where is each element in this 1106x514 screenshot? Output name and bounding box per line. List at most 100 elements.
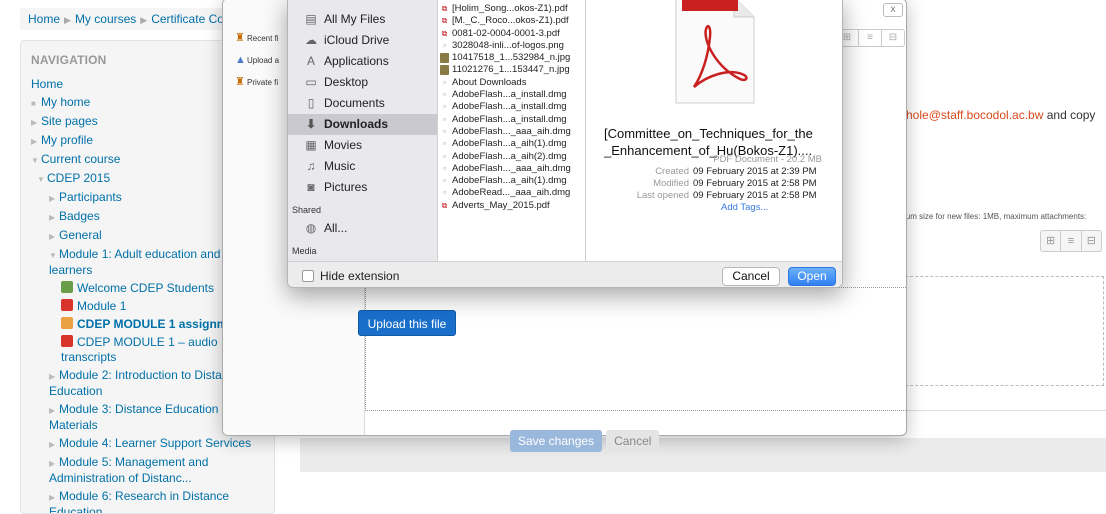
- sidebar-item-documents[interactable]: ▯ Documents: [288, 93, 437, 114]
- file-row[interactable]: ▫ AdobeFlash...a_aih(1).dmg: [438, 175, 585, 187]
- add-tags-link[interactable]: Add Tags...: [693, 202, 843, 214]
- file-row[interactable]: ▫ AdobeFlash...a_install.dmg: [438, 101, 585, 113]
- sidebar-item-shared-all[interactable]: ◍ All...: [288, 218, 437, 239]
- file-name: 10417518_1...532984_n.jpg: [452, 52, 571, 64]
- file-name: [Holim_Song...okos-Z1).pdf: [452, 3, 568, 14]
- file-row[interactable]: ▫ AdobeFlash..._aaa_aih.dmg: [438, 163, 585, 175]
- file-icon: ▫: [443, 188, 446, 198]
- nav-site-pages-label: Site pages: [41, 114, 98, 128]
- pdf-document-icon: [675, 0, 755, 104]
- repo-private-label: Private fi: [247, 78, 279, 87]
- sidebar-item-label: Documents: [324, 96, 385, 110]
- nav-audio-transcripts[interactable]: CDEP MODULE 1 – audio transcripts: [31, 335, 231, 365]
- list-view-icon[interactable]: ≡: [859, 30, 882, 46]
- file-name: AdobeFlash..._aaa_aih.dmg: [452, 162, 571, 174]
- nav-welcome-label: Welcome CDEP Students: [77, 281, 214, 295]
- file-row[interactable]: 11021276_1...153447_n.jpg: [438, 64, 585, 76]
- file-row[interactable]: ⧉ 0081-02-0004-0001-3.pdf: [438, 28, 585, 40]
- file-row[interactable]: ▫ AdobeFlash...a_install.dmg: [438, 89, 585, 101]
- sidebar-item-music[interactable]: ♫ Music: [288, 156, 437, 177]
- file-limits-hint: ium size for new files: 1MB, maximum att…: [904, 212, 1087, 221]
- file-row[interactable]: ▫ AdobeRead..._aaa_aih.dmg: [438, 187, 585, 199]
- tree-view-icon[interactable]: ⊟: [882, 30, 904, 46]
- icon-view-icon[interactable]: ⊞: [1041, 231, 1062, 251]
- sidebar-item-label: Movies: [324, 138, 363, 152]
- upload-icon: ▲: [235, 54, 246, 66]
- nav-my-profile-label: My profile: [41, 133, 94, 147]
- checkbox-icon: [302, 270, 314, 282]
- open-button[interactable]: Open: [788, 267, 836, 286]
- sidebar-item-desktop[interactable]: ▭ Desktop: [288, 72, 437, 93]
- breadcrumb-my-courses[interactable]: My courses: [75, 12, 136, 26]
- save-changes-button[interactable]: Save changes: [510, 430, 603, 452]
- file-row[interactable]: ▫ AdobeFlash...a_aih(2).dmg: [438, 151, 585, 163]
- music-icon: ♫: [306, 159, 316, 173]
- nav-module-6-label: Module 6: Research in Distance Education: [49, 489, 230, 514]
- file-name: AdobeFlash...a_install.dmg: [452, 101, 567, 113]
- network-globe-icon: ◍: [305, 221, 317, 235]
- file-icon: ▫: [443, 102, 446, 112]
- file-name: 0081-02-0004-0001-3.pdf: [452, 27, 560, 39]
- email-suffix: and copy: [1043, 108, 1096, 122]
- breadcrumb-course[interactable]: Certificate Co: [151, 12, 224, 26]
- file-list-column[interactable]: ⧉ [Holim_Song...okos-Z1).pdf ⧉ [M._C._Roco.…: [438, 0, 586, 261]
- nav-module-2-label: Module 2: Introduction to Dista Educatio…: [49, 368, 222, 398]
- image-file-icon: [440, 53, 449, 64]
- breadcrumb-separator-icon: ▶: [140, 15, 148, 25]
- sidebar-item-pictures[interactable]: ◙ Pictures: [288, 177, 437, 198]
- file-row[interactable]: ▫ AdobeFlash...a_install.dmg: [438, 114, 585, 126]
- email-instruction: hole@staff.bocodol.ac.bw and copy: [906, 108, 1095, 122]
- list-view-icon[interactable]: ≡: [1061, 231, 1082, 251]
- sidebar-item-applications[interactable]: A Applications: [288, 51, 437, 72]
- close-icon[interactable]: x: [883, 3, 903, 17]
- upload-this-file-button[interactable]: Upload this file: [358, 310, 456, 336]
- pdf-icon: [61, 335, 73, 347]
- repo-recent-label: Recent fi: [247, 34, 279, 43]
- sidebar-item-icloud-drive[interactable]: ☁ iCloud Drive: [288, 30, 437, 51]
- nav-module-1[interactable]: ▼ Module 1: Adult education and learners: [31, 247, 251, 278]
- file-view-toggle: ⊞ ≡ ⊟: [1040, 230, 1102, 252]
- nav-module-4[interactable]: ▶ Module 4: Learner Support Services: [31, 436, 264, 452]
- sidebar-item-label: All...: [324, 221, 348, 235]
- file-row[interactable]: ▫ AdobeFlash..._aaa_aih.dmg: [438, 126, 585, 138]
- dialog-bottom-bar: Hide extension Cancel Open: [288, 261, 842, 287]
- sidebar-item-movies[interactable]: ▦ Movies: [288, 135, 437, 156]
- breadcrumb: Home ▶ My courses ▶ Certificate Co: [20, 8, 240, 30]
- downloads-icon: ⬇: [305, 117, 317, 131]
- pdf-file-icon: ⧉: [441, 28, 448, 38]
- cloud-icon: ☁: [305, 33, 317, 47]
- sidebar-item-label: Music: [324, 159, 356, 173]
- nav-module-5-label: Module 5: Management and Administration …: [49, 455, 209, 485]
- nav-module-5[interactable]: ▶ Module 5: Management and Administration…: [31, 455, 251, 486]
- file-row[interactable]: ▫ About Downloads: [438, 77, 585, 89]
- desktop-icon: ▭: [305, 75, 317, 89]
- file-row[interactable]: ⧉ Adverts_May_2015.pdf: [438, 200, 585, 212]
- preview-title-line-2: _Enhancement_of_Hu(Bokos-Z1)....: [604, 143, 813, 158]
- repository-icon: ♜: [235, 32, 245, 44]
- nav-badges-label: Badges: [59, 209, 100, 223]
- file-row[interactable]: ⧉ [M._C._Roco...okos-Z1).pdf: [438, 15, 585, 27]
- expand-arrow-icon: ▶: [49, 372, 56, 381]
- bullet-icon: ■: [31, 99, 36, 108]
- form-cancel-button[interactable]: Cancel: [606, 430, 660, 452]
- sidebar-item-all-my-files[interactable]: ▤ All My Files: [288, 9, 437, 30]
- tree-view-icon[interactable]: ⊟: [1082, 231, 1101, 251]
- email-address[interactable]: hole@staff.bocodol.ac.bw: [906, 108, 1043, 122]
- file-row[interactable]: ▫ 3028048-inli...of-logos.png: [438, 40, 585, 52]
- file-name: [M._C._Roco...okos-Z1).pdf: [452, 15, 569, 27]
- pdf-file-icon: ⧉: [441, 16, 448, 26]
- file-name: AdobeFlash...a_install.dmg: [452, 113, 567, 125]
- sidebar-item-downloads[interactable]: ⬇ Downloads: [288, 114, 437, 135]
- file-row[interactable]: ▫ AdobeFlash...a_aih(1).dmg: [438, 138, 585, 150]
- sidebar-item-label: Applications: [324, 54, 389, 68]
- file-row[interactable]: 10417518_1...532984_n.jpg: [438, 52, 585, 64]
- file-name: AdobeFlash..._aaa_aih.dmg: [452, 125, 571, 137]
- breadcrumb-home[interactable]: Home: [28, 12, 60, 26]
- file-icon: ▫: [443, 77, 446, 87]
- applications-icon: A: [306, 54, 315, 68]
- cancel-button[interactable]: Cancel: [722, 267, 780, 286]
- nav-module-6[interactable]: ▶ Module 6: Research in Distance Educatio…: [31, 489, 251, 514]
- hide-extension-checkbox[interactable]: Hide extension: [302, 269, 399, 283]
- collapse-arrow-icon: ▼: [31, 156, 39, 165]
- file-row[interactable]: ⧉ [Holim_Song...okos-Z1).pdf: [438, 3, 585, 15]
